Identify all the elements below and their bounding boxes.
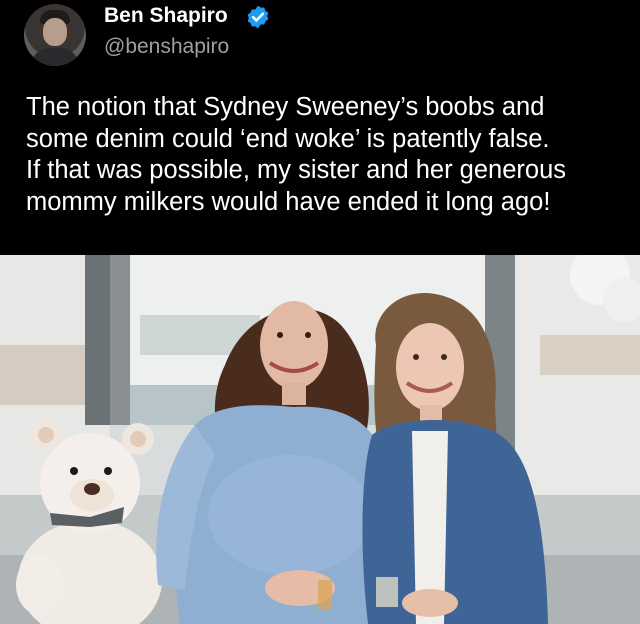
avatar[interactable] [24,4,86,66]
tweet-text-line: The notion that Sydney Sweeney’s boobs a… [26,93,545,121]
verified-badge-icon [247,5,269,29]
tweet-text-line: some denim could ‘end woke’ is patently … [26,124,550,153]
photo-illustration [0,255,640,624]
tweet-text-line: If that was possible, my sister and her … [26,156,567,184]
attached-photo[interactable] [0,255,640,624]
user-handle[interactable]: @benshapiro [104,33,229,61]
tweet-text-line: mommy milkers would have ended it long a… [26,187,551,216]
tweet-header: Ben Shapiro @benshapiro The notion that … [0,0,640,255]
tweet-text: The notion that Sydney Sweeney’s boobs a… [26,92,632,218]
display-name[interactable]: Ben Shapiro [104,2,228,30]
